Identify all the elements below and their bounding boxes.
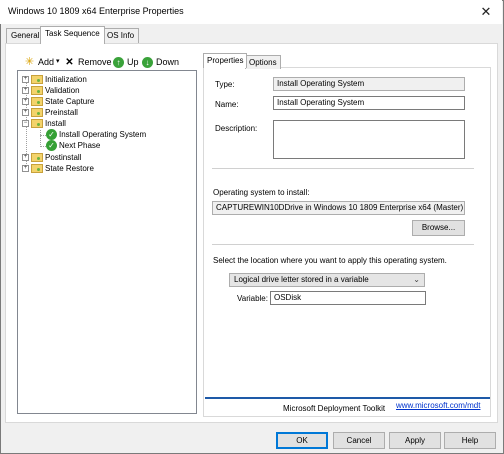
expand-icon[interactable]: + <box>22 98 29 105</box>
type-label: Type: <box>215 80 235 89</box>
close-button[interactable]: ✕ <box>474 3 498 21</box>
expand-icon[interactable]: + <box>22 154 29 161</box>
tree-item-label: Postinstall <box>45 153 82 162</box>
location-label: Select the location where you want to ap… <box>213 256 447 265</box>
apply-button[interactable]: Apply <box>389 432 441 449</box>
tree-connector <box>40 130 41 147</box>
sparkle-icon: ✳ <box>24 55 35 68</box>
mdt-link[interactable]: www.microsoft.com/mdt <box>396 401 480 410</box>
folder-icon <box>31 119 43 128</box>
variable-label: Variable: <box>237 294 268 303</box>
footer-brand: Microsoft Deployment Toolkit <box>283 404 386 413</box>
tree-item-label: Install Operating System <box>59 130 147 139</box>
folder-icon <box>31 164 43 173</box>
help-button[interactable]: Help <box>444 432 496 449</box>
ok-button[interactable]: OK <box>276 432 328 449</box>
add-label: Add <box>38 57 55 67</box>
tree-item-label: Initialization <box>45 75 87 84</box>
tree-item-state-restore[interactable]: + State Restore <box>22 163 94 174</box>
title-bar: Windows 10 1809 x64 Enterprise Propertie… <box>0 0 502 24</box>
tree-item-initialization[interactable]: + Initialization <box>22 74 87 85</box>
location-dropdown[interactable]: Logical drive letter stored in a variabl… <box>229 273 425 287</box>
tab-general[interactable]: General <box>6 28 45 43</box>
folder-icon <box>31 86 43 95</box>
tree-item-postinstall[interactable]: + Postinstall <box>22 152 81 163</box>
green-check-icon: ✓ <box>46 140 57 151</box>
os-value: CAPTUREWIN10DDrive in Windows 10 1809 En… <box>212 201 465 215</box>
os-label: Operating system to install: <box>213 188 310 197</box>
tree-item-next-phase[interactable]: ✓ Next Phase <box>46 140 100 151</box>
expand-icon[interactable]: + <box>22 165 29 172</box>
divider <box>212 244 474 245</box>
down-arrow-circle-icon: ↓ <box>142 56 153 68</box>
folder-icon <box>31 108 43 117</box>
remove-button[interactable]: ✕ Remove <box>64 55 112 69</box>
remove-label: Remove <box>78 57 112 67</box>
add-button[interactable]: ✳ Add ▾ <box>24 55 60 69</box>
up-arrow-circle-icon: ↑ <box>113 56 124 68</box>
type-value: Install Operating System <box>273 77 465 91</box>
divider <box>212 168 474 169</box>
location-selected: Logical drive letter stored in a variabl… <box>234 275 369 284</box>
folder-icon <box>31 97 43 106</box>
tree-item-label: State Restore <box>45 164 94 173</box>
tab-options[interactable]: Options <box>245 55 281 69</box>
tab-properties[interactable]: Properties <box>203 53 248 68</box>
tree-item-label: Next Phase <box>59 141 101 150</box>
tab-task-sequence[interactable]: Task Sequence <box>40 26 105 44</box>
tree-item-label: Validation <box>45 86 80 95</box>
tree-item-label: State Capture <box>45 97 95 106</box>
folder-icon <box>31 75 43 84</box>
up-button[interactable]: ↑ Up <box>113 55 139 69</box>
down-button[interactable]: ↓ Down <box>142 55 179 69</box>
folder-icon <box>31 153 43 162</box>
tree-item-validation[interactable]: + Validation <box>22 85 80 96</box>
tree-item-preinstall[interactable]: + Preinstall <box>22 107 78 118</box>
expand-icon[interactable]: + <box>22 76 29 83</box>
tree-item-label: Preinstall <box>45 108 78 117</box>
window-title: Windows 10 1809 x64 Enterprise Propertie… <box>8 6 184 16</box>
tree-item-install-operating-system[interactable]: ✓ Install Operating System <box>46 129 146 140</box>
up-label: Up <box>127 57 139 67</box>
tree-item-label: Install <box>45 119 66 128</box>
name-label: Name: <box>215 100 239 109</box>
name-field[interactable]: Install Operating System <box>273 96 465 110</box>
description-field[interactable] <box>273 120 465 159</box>
variable-field[interactable]: OSDisk <box>270 291 426 305</box>
collapse-icon[interactable]: − <box>22 120 29 127</box>
expand-icon[interactable]: + <box>22 109 29 116</box>
cancel-button[interactable]: Cancel <box>333 432 385 449</box>
tree-item-install[interactable]: − Install <box>22 118 66 129</box>
tree-item-state-capture[interactable]: + State Capture <box>22 96 94 107</box>
x-icon: ✕ <box>65 56 74 68</box>
tab-os-info[interactable]: OS Info <box>102 28 140 43</box>
down-label: Down <box>156 57 180 67</box>
green-check-icon: ✓ <box>46 129 57 140</box>
description-label: Description: <box>215 124 258 133</box>
browse-button[interactable]: Browse... <box>412 220 465 236</box>
chevron-down-icon: ▾ <box>56 58 60 65</box>
expand-icon[interactable]: + <box>22 87 29 94</box>
chevron-down-icon: ⌄ <box>413 275 420 284</box>
